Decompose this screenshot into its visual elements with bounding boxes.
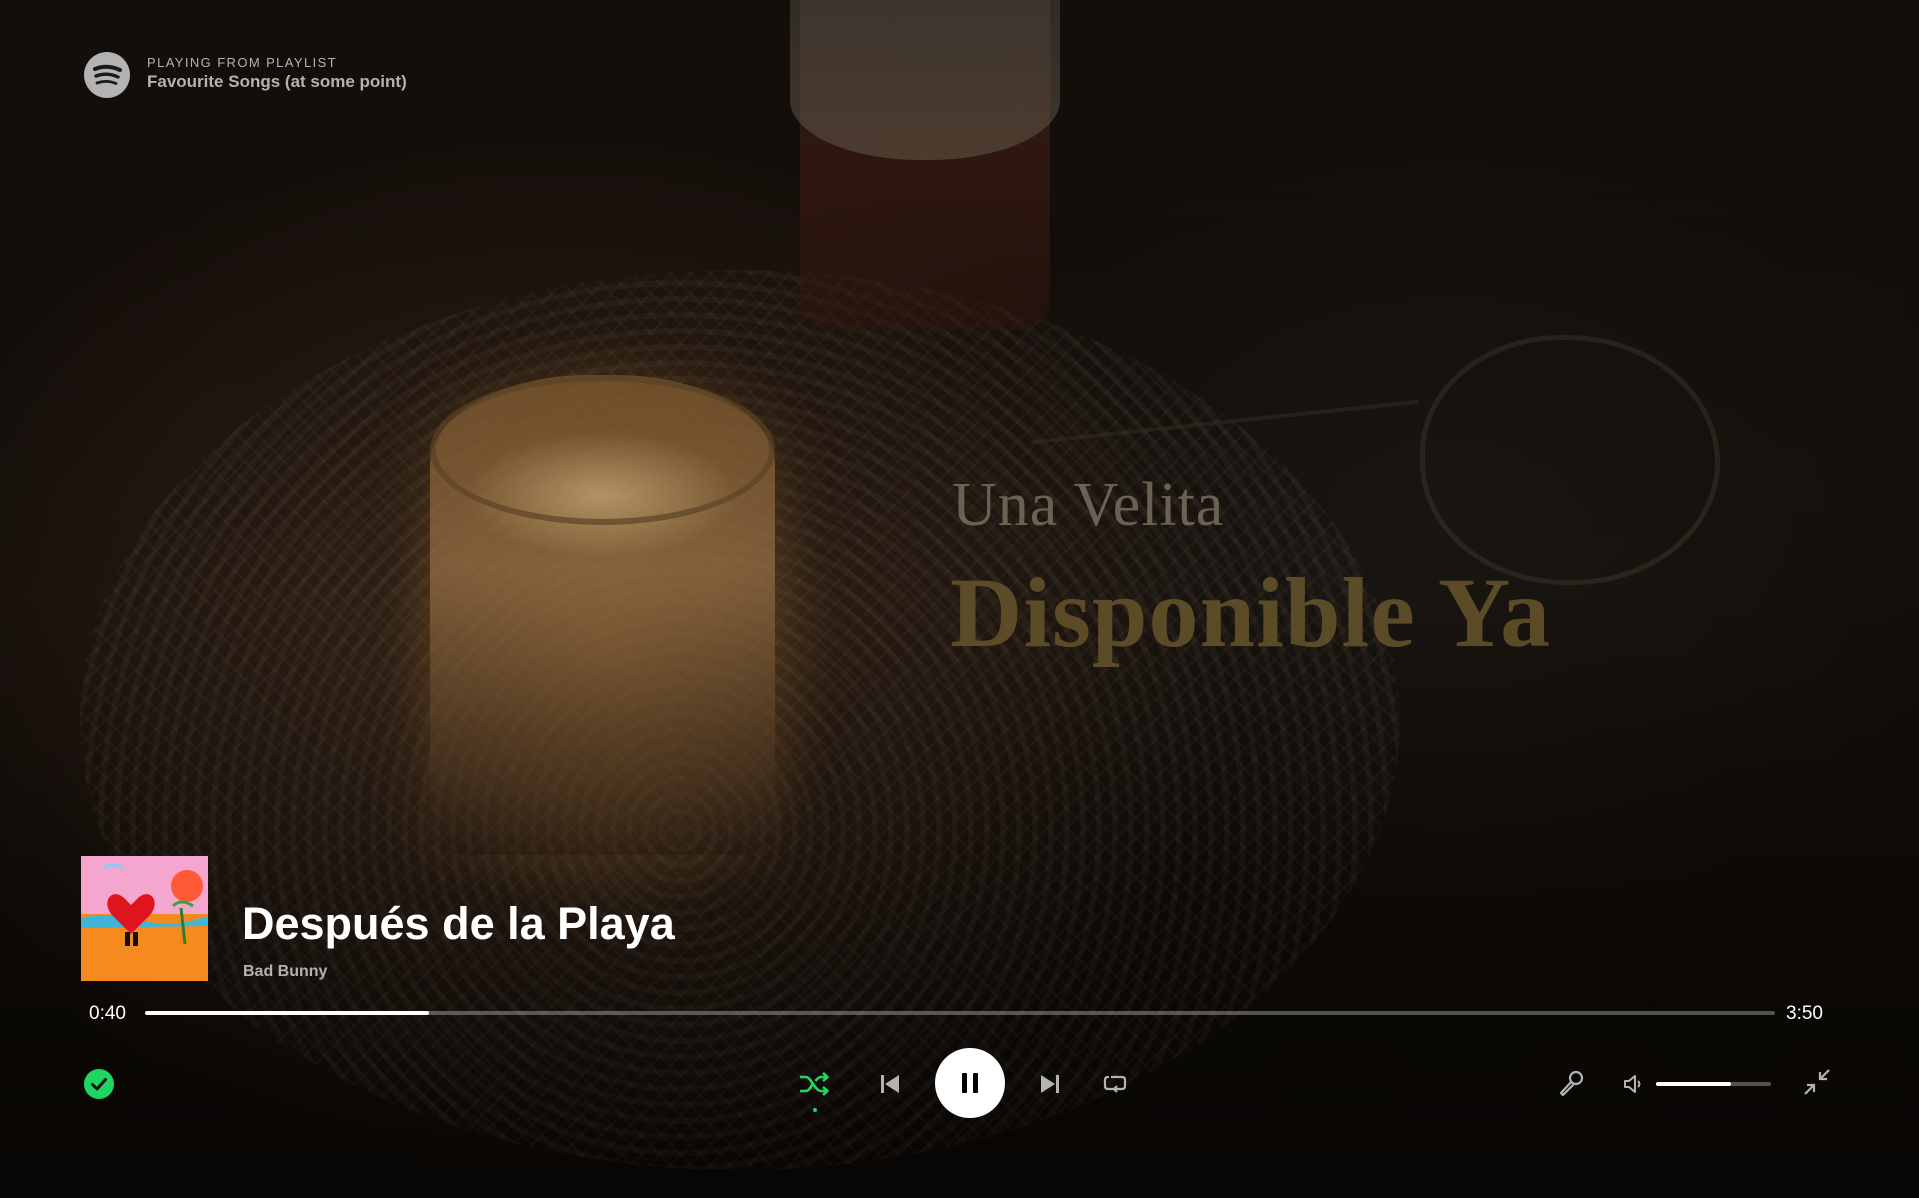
mute-button[interactable] xyxy=(1619,1069,1649,1099)
promo-title: Una Velita xyxy=(952,471,1225,539)
album-cover[interactable] xyxy=(81,856,208,981)
spotify-logo-icon xyxy=(84,52,130,98)
volume-icon xyxy=(1624,1075,1641,1093)
shuffle-active-indicator xyxy=(813,1108,817,1112)
volume-slider-fill xyxy=(1656,1082,1731,1086)
repeat-icon xyxy=(1103,1075,1127,1093)
minimize-icon xyxy=(1804,1069,1830,1095)
pause-icon xyxy=(962,1073,978,1093)
repeat-button[interactable] xyxy=(1098,1068,1132,1100)
exit-fullscreen-button[interactable] xyxy=(1800,1065,1834,1099)
liked-check-button[interactable] xyxy=(84,1069,114,1099)
microphone-icon xyxy=(1559,1070,1584,1097)
progress-bar[interactable] xyxy=(145,1011,1775,1015)
shuffle-button[interactable] xyxy=(796,1068,832,1100)
check-circle-icon xyxy=(91,1078,107,1091)
skip-back-icon xyxy=(881,1075,899,1093)
pause-button[interactable] xyxy=(935,1048,1005,1118)
track-title[interactable]: Después de la Playa xyxy=(242,898,675,950)
total-duration: 3:50 xyxy=(1786,1003,1823,1024)
skip-forward-icon xyxy=(1041,1075,1059,1093)
elapsed-time: 0:40 xyxy=(89,1003,126,1024)
playlist-link[interactable]: Favourite Songs (at some point) xyxy=(147,72,407,92)
track-artist[interactable]: Bad Bunny xyxy=(243,963,327,981)
progress-bar-fill xyxy=(145,1011,429,1015)
lyrics-button[interactable] xyxy=(1554,1066,1588,1100)
fullscreen-player: Una Velita Disponible Ya PLAYING FROM PL… xyxy=(0,0,1919,1198)
playing-from-label: PLAYING FROM PLAYLIST xyxy=(147,55,338,70)
promo-subtitle: Disponible Ya xyxy=(950,557,1552,668)
shuffle-icon xyxy=(800,1072,829,1096)
previous-track-button[interactable] xyxy=(874,1068,906,1100)
next-track-button[interactable] xyxy=(1034,1068,1066,1100)
volume-slider[interactable] xyxy=(1656,1082,1771,1086)
